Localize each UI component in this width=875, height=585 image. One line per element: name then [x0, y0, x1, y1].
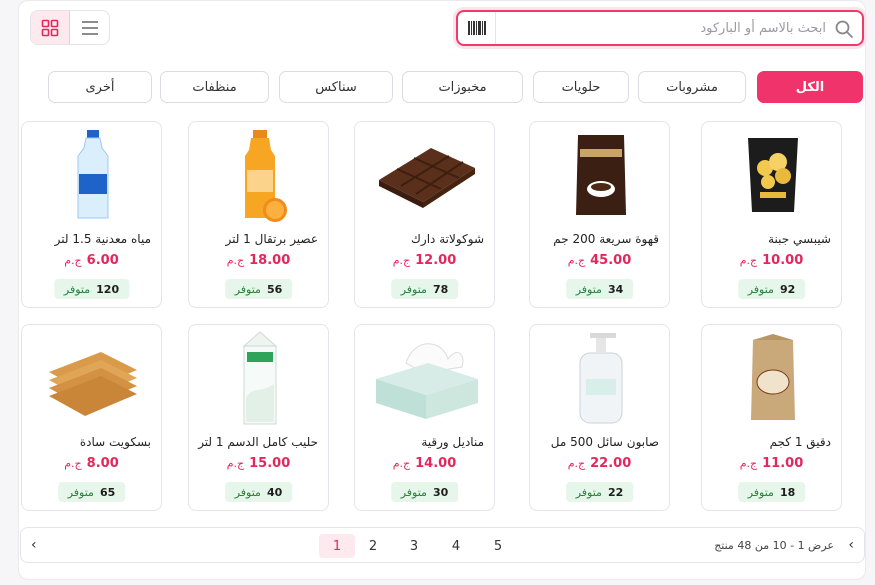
list-view-button[interactable] [70, 11, 109, 44]
list-icon [81, 20, 98, 35]
water-bottle-image [22, 122, 163, 228]
stock-badge: 22 متوفر [565, 482, 634, 502]
product-name: شوكولاتة دارك [411, 232, 484, 246]
stock-badge: 78 متوفر [390, 279, 459, 299]
category-tab-cleaning[interactable]: منظفات [160, 71, 269, 103]
stock-badge: 92 متوفر [737, 279, 806, 299]
product-name: قهوة سريعة 200 جم [553, 232, 659, 246]
flour-bag-image [702, 325, 843, 431]
product-price: 6.00ج.م [64, 253, 119, 268]
view-toggle [30, 10, 110, 45]
stock-badge: 56 متوفر [224, 279, 293, 299]
tissue-box-image [355, 325, 496, 431]
product-price: 18.00ج.م [226, 253, 291, 268]
category-tab-drinks[interactable]: مشروبات [638, 71, 746, 103]
product-name: صابون سائل 500 مل [550, 435, 659, 449]
product-card[interactable]: مياه معدنية 1.5 لتر 6.00ج.م 120 متوفر [21, 121, 162, 308]
search-box[interactable]: ابحث بالاسم أو الباركود [456, 10, 864, 46]
chocolate-bar-image [355, 122, 496, 228]
product-price: 11.00ج.م [739, 456, 804, 471]
chips-bag-image [702, 122, 843, 228]
page-button-4[interactable]: 4 [438, 534, 474, 558]
product-price: 10.00ج.م [739, 253, 804, 268]
pagination-info: عرض 1 - 10 من 48 منتج [714, 539, 834, 552]
stock-badge: 65 متوفر [57, 482, 126, 502]
page-button-1[interactable]: 1 [319, 534, 355, 558]
pagination-bar: ‹ عرض 1 - 10 من 48 منتج 1 2 3 4 5 ‹ [20, 527, 865, 563]
product-card[interactable]: قهوة سريعة 200 جم 45.00ج.م 34 متوفر [529, 121, 670, 308]
product-name: عصير برتقال 1 لتر [225, 232, 318, 246]
category-tab-sweets[interactable]: حلويات [533, 71, 629, 103]
product-name: دقيق 1 كجم [769, 435, 831, 449]
stock-badge: 120 متوفر [53, 279, 130, 299]
category-tab-snacks[interactable]: سناكس [279, 71, 393, 103]
grid-icon [41, 19, 59, 36]
barcode-scan-button[interactable] [458, 12, 496, 44]
product-price: 14.00ج.م [392, 456, 457, 471]
search-input[interactable]: ابحث بالاسم أو الباركود [700, 21, 826, 36]
product-price: 12.00ج.م [392, 253, 457, 268]
product-card[interactable]: حليب كامل الدسم 1 لتر 15.00ج.م 40 متوفر [188, 324, 329, 511]
product-card[interactable]: دقيق 1 كجم 11.00ج.م 18 متوفر [701, 324, 842, 511]
page-button-3[interactable]: 3 [396, 534, 432, 558]
page-button-2[interactable]: 2 [355, 534, 391, 558]
orange-juice-image [189, 122, 330, 228]
product-price: 45.00ج.م [567, 253, 632, 268]
stock-badge: 30 متوفر [390, 482, 459, 502]
product-name: بسكويت سادة [79, 435, 151, 449]
milk-carton-image [189, 325, 330, 431]
search-icon [835, 20, 853, 38]
soap-bottle-image [530, 325, 671, 431]
category-tab-other[interactable]: أخرى [48, 71, 152, 103]
product-name: مياه معدنية 1.5 لتر [54, 232, 151, 246]
barcode-icon [467, 21, 486, 35]
biscuits-image [22, 325, 163, 431]
page-button-5[interactable]: 5 [480, 534, 516, 558]
product-card[interactable]: عصير برتقال 1 لتر 18.00ج.م 56 متوفر [188, 121, 329, 308]
stock-badge: 18 متوفر [737, 482, 806, 502]
product-price: 22.00ج.م [567, 456, 632, 471]
category-tab-all[interactable]: الكل [757, 71, 863, 103]
product-name: حليب كامل الدسم 1 لتر [198, 435, 318, 449]
chevron-left-icon[interactable]: ‹ [848, 537, 854, 553]
product-name: مناديل ورقية [421, 435, 484, 449]
stock-badge: 34 متوفر [565, 279, 634, 299]
product-card[interactable]: شوكولاتة دارك 12.00ج.م 78 متوفر [354, 121, 495, 308]
product-card[interactable]: مناديل ورقية 14.00ج.م 30 متوفر [354, 324, 495, 511]
grid-view-button[interactable] [31, 11, 71, 44]
stock-badge: 40 متوفر [224, 482, 293, 502]
coffee-pack-image [530, 122, 671, 228]
product-price: 8.00ج.م [64, 456, 119, 471]
product-card[interactable]: بسكويت سادة 8.00ج.م 65 متوفر [21, 324, 162, 511]
product-name: شيبسي جبنة [768, 232, 831, 246]
product-price: 15.00ج.م [226, 456, 291, 471]
product-card[interactable]: شيبسي جبنة 10.00ج.م 92 متوفر [701, 121, 842, 308]
product-card[interactable]: صابون سائل 500 مل 22.00ج.م 22 متوفر [529, 324, 670, 511]
category-tab-bakery[interactable]: مخبوزات [402, 71, 523, 103]
chevron-right-icon[interactable]: ‹ [31, 537, 37, 553]
